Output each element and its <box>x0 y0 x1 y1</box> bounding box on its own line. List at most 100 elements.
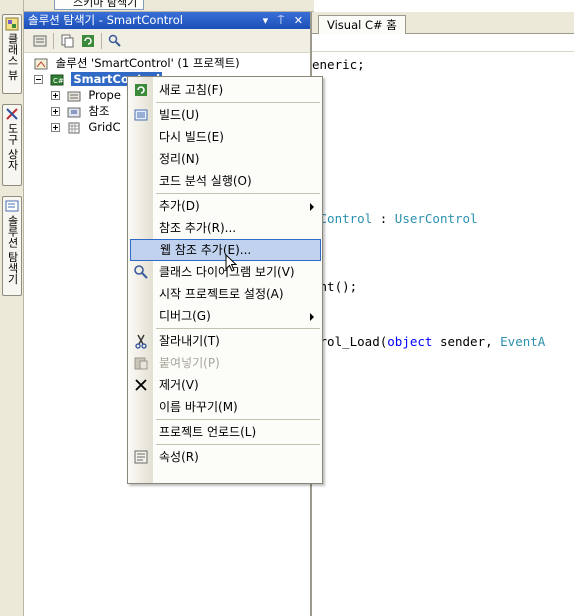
code-token: trol_Load( <box>312 334 388 349</box>
menu-item-label: 빌드(U) <box>159 108 200 122</box>
submenu-arrow-icon <box>310 203 314 211</box>
side-tab-label: 클래스 뷰 <box>6 33 19 81</box>
expand-toggle[interactable] <box>51 91 60 100</box>
side-tab-toolbox[interactable]: 도구 상자 <box>2 104 22 186</box>
class-diagram-button[interactable] <box>107 33 123 49</box>
refresh-button[interactable] <box>80 33 96 49</box>
menu-item[interactable]: 이름 바꾸기(M) <box>128 396 322 418</box>
expand-toggle[interactable] <box>51 107 60 116</box>
code-token: : <box>372 211 395 226</box>
solution-explorer-icon <box>5 200 19 212</box>
build-icon <box>134 109 148 121</box>
properties-icon <box>33 35 47 46</box>
menu-item-label: 디버그(G) <box>159 309 211 323</box>
collapse-toggle[interactable] <box>34 75 43 84</box>
code-line: trol_Load(object sender, EventA <box>312 334 545 350</box>
references-folder-icon <box>67 107 81 117</box>
paste-icon <box>134 357 148 370</box>
menu-item[interactable]: 디버그(G) <box>128 305 322 327</box>
solution-icon <box>34 58 48 69</box>
properties-folder-icon <box>67 91 81 101</box>
user-control-icon <box>68 122 80 133</box>
project-context-menu: 새로 고침(F) 빌드(U) 다시 빌드(E) 정리(N) 코드 분석 실행(O) 추가(… <box>127 76 323 484</box>
menu-separator <box>156 102 320 103</box>
tree-node-label: 솔루션 'SmartControl' (1 프로젝트) <box>55 56 240 70</box>
top-tab-strip: 스키마 탐색기 <box>24 0 314 12</box>
menu-item-label: 붙여넣기(P) <box>159 356 220 370</box>
solution-explorer-toolbar <box>24 29 310 53</box>
menu-separator <box>156 419 320 420</box>
properties-icon <box>134 450 148 464</box>
menu-item[interactable]: 코드 분석 실행(O) <box>128 170 322 192</box>
menu-item[interactable]: 시작 프로젝트로 설정(A) <box>128 283 322 305</box>
code-editor: Visual C# 홈 eneric; dControl : UserContro… <box>312 12 574 616</box>
code-token: object <box>387 334 433 349</box>
toolbox-icon <box>6 108 18 120</box>
side-tab-class-view[interactable]: 클래스 뷰 <box>2 14 22 94</box>
toolbar-separator <box>53 32 54 49</box>
menu-item[interactable]: 빌드(U) <box>128 104 322 126</box>
code-token: EventA <box>500 334 546 349</box>
menu-item[interactable]: 속성(R) <box>128 446 322 468</box>
menu-item-label: 잘라내기(T) <box>159 334 220 348</box>
tab-visual-csharp-home[interactable]: Visual C# 홈 <box>318 15 406 34</box>
editor-tab-strip: Visual C# 홈 <box>312 12 574 34</box>
menu-item[interactable]: 정리(N) <box>128 148 322 170</box>
menu-item[interactable]: 참조 추가(R)... <box>128 217 322 239</box>
menu-separator <box>156 193 320 194</box>
menu-item-label: 시작 프로젝트로 설정(A) <box>159 287 284 301</box>
toolbar-separator <box>101 32 102 49</box>
menu-item[interactable]: 다시 빌드(E) <box>128 126 322 148</box>
tree-node-label: Prope <box>88 88 121 102</box>
properties-button[interactable] <box>32 33 48 49</box>
menu-item-label: 추가(D) <box>159 199 200 213</box>
code-token: sender, <box>432 334 501 349</box>
side-tab-label: 솔루션 탐색기 <box>6 215 19 285</box>
menu-item[interactable]: 제거(V) <box>128 374 322 396</box>
menu-item[interactable]: 프로젝트 언로드(L) <box>128 421 322 443</box>
menu-item-label: 이름 바꾸기(M) <box>159 400 238 414</box>
class-view-icon <box>5 17 19 31</box>
menu-item-label: 정리(N) <box>159 152 200 166</box>
menu-separator <box>156 444 320 445</box>
tab-schema-explorer[interactable]: 스키마 탐색기 <box>54 0 145 10</box>
mouse-cursor-icon <box>225 254 238 272</box>
menu-item-label: 참조 추가(R)... <box>159 221 237 235</box>
menu-item-label: 프로젝트 언로드(L) <box>159 425 257 439</box>
schema-tab-label: 스키마 탐색기 <box>73 0 138 9</box>
submenu-arrow-icon <box>310 313 314 321</box>
class-diagram-icon <box>134 265 148 279</box>
code-token: UserControl <box>394 211 478 226</box>
refresh-icon <box>82 34 94 47</box>
tree-node-label: GridC <box>88 120 121 134</box>
tree-node-properties[interactable]: Prope <box>51 87 121 103</box>
side-tab-solution-explorer[interactable]: 솔루션 탐색기 <box>2 196 22 296</box>
tree-node-solution[interactable]: 솔루션 'SmartControl' (1 프로젝트) <box>34 55 240 71</box>
editor-navigation-bar[interactable] <box>312 34 574 52</box>
code-token: eneric; <box>312 57 365 72</box>
refresh-icon <box>135 84 147 96</box>
side-tab-label: 도구 상자 <box>6 123 19 171</box>
tree-node-gridcontrol[interactable]: GridC <box>51 119 120 135</box>
panel-title: 솔루션 탐색기 - SmartControl <box>28 13 183 27</box>
menu-item-label: 새로 고침(F) <box>159 83 224 97</box>
show-all-files-icon <box>61 34 74 47</box>
menu-item[interactable]: 잘라내기(T) <box>128 330 322 352</box>
class-diagram-icon <box>108 34 121 47</box>
svg-text:C#: C# <box>53 77 64 85</box>
panel-window-buttons[interactable]: ▾ ⍑ ✕ <box>263 12 306 29</box>
editor-tab-label: Visual C# 홈 <box>327 18 397 32</box>
menu-item-label: 다시 빌드(E) <box>159 130 224 144</box>
menu-separator <box>156 328 320 329</box>
menu-item-label: 코드 분석 실행(O) <box>159 174 252 188</box>
code-line: dControl : UserControl <box>312 211 478 227</box>
menu-item[interactable]: 새로 고침(F) <box>128 79 322 101</box>
menu-item-label: 제거(V) <box>159 378 199 392</box>
tree-node-references[interactable]: 참조 <box>51 103 109 119</box>
show-all-files-button[interactable] <box>59 33 75 49</box>
expand-toggle[interactable] <box>51 123 60 132</box>
code-line: eneric; <box>312 57 365 73</box>
menu-item[interactable]: 추가(D) <box>128 195 322 217</box>
solution-explorer-title-bar[interactable]: 솔루션 탐색기 - SmartControl ▾ ⍑ ✕ <box>24 12 310 29</box>
csharp-project-icon: C# <box>50 74 64 85</box>
